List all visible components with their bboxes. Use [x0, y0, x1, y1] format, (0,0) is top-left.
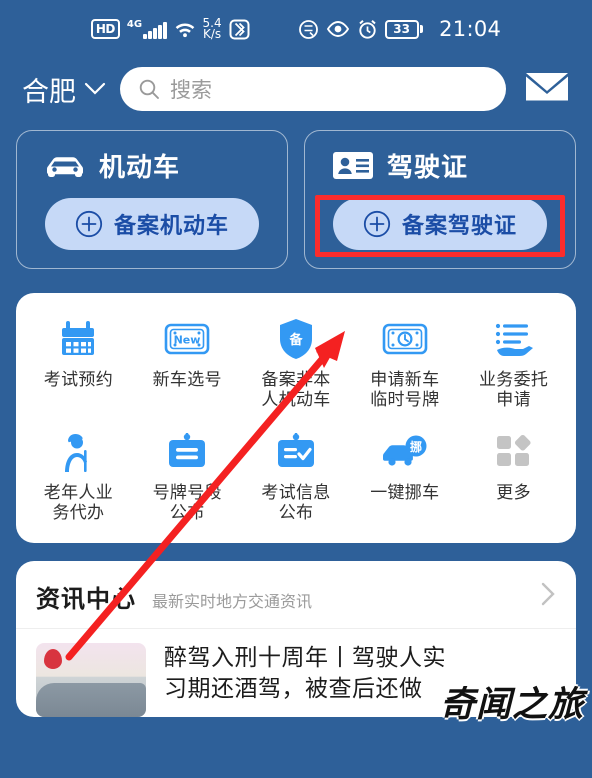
new-plate-icon: New: [164, 315, 210, 363]
plus-circle-icon: [363, 210, 391, 238]
chevron-right-icon[interactable]: [540, 581, 556, 611]
news-thumbnail: [36, 643, 146, 718]
register-license-label: 备案驾驶证: [401, 214, 517, 239]
service-label: 新车选号: [152, 370, 222, 390]
service-item-plate-number-release[interactable]: 号牌号段 公布: [133, 428, 242, 523]
service-label: 考试预约: [43, 370, 113, 390]
service-label: 一键挪车: [370, 483, 440, 504]
plus-circle-icon: [75, 210, 103, 238]
bluetooth-icon: [229, 19, 250, 40]
vehicle-card-header: 机动车: [31, 147, 273, 184]
city-name-label: 合肥: [22, 76, 76, 108]
status-bar: HD 4G 5.4 K/s 33 21:04: [0, 0, 592, 58]
service-item-exam-info-release[interactable]: 考试信息 公布: [242, 428, 351, 523]
wifi-icon: [174, 20, 196, 38]
calendar-icon: [56, 315, 100, 363]
svg-text:挪: 挪: [410, 439, 422, 454]
delegate-hand-icon: [491, 315, 537, 363]
service-label: 备案非本 人机动车: [261, 370, 331, 411]
service-label: 更多: [496, 483, 531, 504]
status-bar-right: 33 21:04: [298, 17, 502, 41]
alarm-clock-icon: [357, 19, 378, 40]
news-subtitle: 最新实时地方交通资讯: [152, 592, 313, 612]
service-label: 号牌号段 公布: [152, 483, 222, 524]
service-label: 业务委托 申请: [478, 370, 549, 411]
svg-text:New: New: [174, 334, 201, 347]
speed-unit: K/s: [202, 27, 222, 41]
service-label: 老年人业 务代办: [43, 483, 113, 524]
network-type-label: 4G: [126, 19, 143, 30]
svg-text:备: 备: [288, 332, 303, 348]
register-vehicle-label: 备案机动车: [113, 214, 229, 239]
elderly-person-icon: [57, 428, 99, 476]
id-card-icon: [333, 152, 373, 179]
do-not-disturb-icon: [298, 19, 319, 40]
search-placeholder: 搜索: [170, 78, 212, 102]
service-grid-panel: 考试预约 New 新车选号 备 备案非本 人机动车 申请新车 临时号牌 业务委托…: [16, 293, 576, 544]
license-card[interactable]: 驾驶证 备案驾驶证: [304, 130, 576, 269]
register-vehicle-button[interactable]: 备案机动车: [45, 198, 259, 250]
vehicle-card[interactable]: 机动车 备案机动车: [16, 130, 288, 269]
news-header: 资讯中心 最新实时地方交通资讯: [16, 561, 576, 630]
service-label: 考试信息 公布: [261, 483, 331, 524]
eye-comfort-icon: [326, 20, 350, 38]
service-item-exam-appointment[interactable]: 考试预约: [24, 315, 133, 410]
register-license-button[interactable]: 备案驾驶证: [333, 198, 547, 250]
more-grid-icon: [494, 428, 534, 476]
signal-strength-bars: [143, 22, 167, 39]
chevron-down-icon: [84, 82, 106, 95]
clock-label: 21:04: [439, 17, 502, 41]
service-label: 申请新车 临时号牌: [370, 370, 440, 411]
search-input[interactable]: 搜索: [120, 67, 506, 111]
license-card-title: 驾驶证: [387, 153, 469, 183]
plate-number-icon: [165, 428, 209, 476]
news-title: 资讯中心: [36, 585, 136, 614]
service-item-business-delegate[interactable]: 业务委托 申请: [459, 315, 568, 410]
mail-icon[interactable]: [524, 70, 570, 108]
service-grid: 考试预约 New 新车选号 备 备案非本 人机动车 申请新车 临时号牌 业务委托…: [24, 315, 568, 523]
exam-info-icon: [274, 428, 318, 476]
battery-tip: [420, 25, 424, 33]
service-item-elderly-agent[interactable]: 老年人业 务代办: [24, 428, 133, 523]
service-item-move-car[interactable]: 挪 一键挪车: [350, 428, 459, 523]
battery-icon: 33: [384, 19, 424, 39]
car-icon: [47, 156, 83, 177]
city-selector[interactable]: 合肥: [22, 70, 106, 109]
move-car-icon: 挪: [380, 428, 430, 476]
temp-plate-clock-icon: [382, 315, 428, 363]
signal-bars-icon: 4G: [127, 19, 167, 39]
search-icon: [139, 79, 159, 99]
vehicle-card-title: 机动车: [99, 153, 181, 183]
service-item-new-plate-select[interactable]: New 新车选号: [133, 315, 242, 410]
service-item-more[interactable]: 更多: [459, 428, 568, 523]
service-item-register-other-vehicle[interactable]: 备 备案非本 人机动车: [242, 315, 351, 410]
app-header: 合肥 搜索: [0, 58, 592, 120]
watermark-label: 奇闻之旅: [439, 685, 584, 725]
battery-level: 33: [384, 19, 419, 39]
shield-bei-icon: 备: [276, 315, 316, 363]
quick-action-cards: 机动车 备案机动车 驾驶证 备案驾驶证: [0, 120, 592, 269]
hd-badge-icon: HD: [90, 19, 120, 39]
service-item-temp-plate-apply[interactable]: 申请新车 临时号牌: [350, 315, 459, 410]
network-speed-icon: 5.4 K/s: [202, 17, 222, 41]
status-bar-left: HD 4G 5.4 K/s: [90, 17, 250, 41]
license-card-header: 驾驶证: [319, 147, 561, 184]
